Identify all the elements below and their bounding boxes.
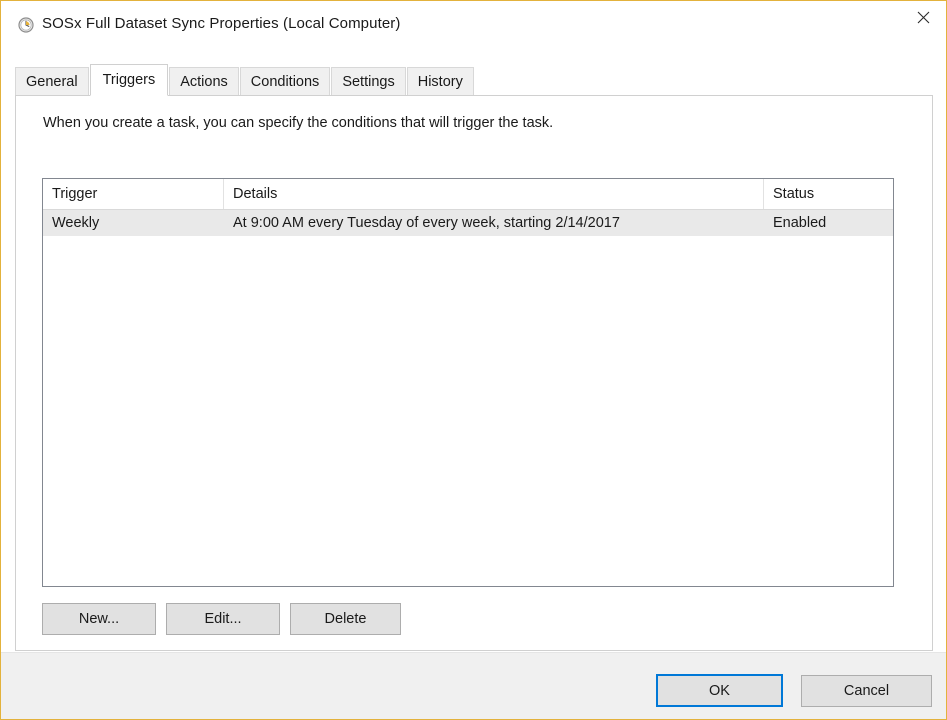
trigger-actions: New... Edit... Delete	[42, 603, 401, 635]
column-header-trigger[interactable]: Trigger	[43, 179, 224, 209]
table-row[interactable]: Weekly At 9:00 AM every Tuesday of every…	[43, 210, 893, 236]
list-header-row: Trigger Details Status	[43, 179, 893, 210]
window-title: SOSx Full Dataset Sync Properties (Local…	[42, 15, 401, 32]
cancel-button[interactable]: Cancel	[801, 675, 932, 707]
triggers-tab-panel: When you create a task, you can specify …	[15, 95, 933, 651]
cell-status: Enabled	[773, 215, 827, 231]
tab-label: Settings	[342, 73, 395, 90]
tab-label: Actions	[180, 73, 228, 90]
dialog-footer: OK Cancel	[1, 652, 946, 719]
cell-details: At 9:00 AM every Tuesday of every week, …	[233, 215, 620, 231]
tab-triggers[interactable]: Triggers	[89, 64, 169, 96]
tab-history[interactable]: History	[406, 67, 474, 95]
clock-icon	[18, 17, 34, 33]
tab-strip: General Triggers Actions Conditions Sett…	[15, 64, 475, 96]
panel-description: When you create a task, you can specify …	[43, 115, 554, 131]
ok-button[interactable]: OK	[656, 674, 783, 707]
tab-general[interactable]: General	[15, 67, 89, 95]
tab-label: Conditions	[250, 73, 320, 90]
delete-button[interactable]: Delete	[290, 603, 401, 635]
task-properties-window: SOSx Full Dataset Sync Properties (Local…	[0, 0, 947, 720]
triggers-list[interactable]: Trigger Details Status Weekly At 9:00 AM…	[42, 178, 894, 587]
column-header-details[interactable]: Details	[224, 179, 764, 209]
column-header-status[interactable]: Status	[764, 179, 893, 209]
tab-label: Triggers	[102, 72, 156, 88]
tab-conditions[interactable]: Conditions	[239, 67, 331, 95]
tab-label: General	[26, 73, 78, 90]
tab-actions[interactable]: Actions	[169, 67, 239, 95]
tab-settings[interactable]: Settings	[331, 67, 406, 95]
title-bar: SOSx Full Dataset Sync Properties (Local…	[1, 1, 946, 48]
cell-trigger: Weekly	[52, 215, 100, 231]
edit-button[interactable]: Edit...	[166, 603, 280, 635]
tab-label: History	[417, 73, 463, 90]
new-button[interactable]: New...	[42, 603, 156, 635]
close-icon[interactable]	[900, 1, 946, 33]
